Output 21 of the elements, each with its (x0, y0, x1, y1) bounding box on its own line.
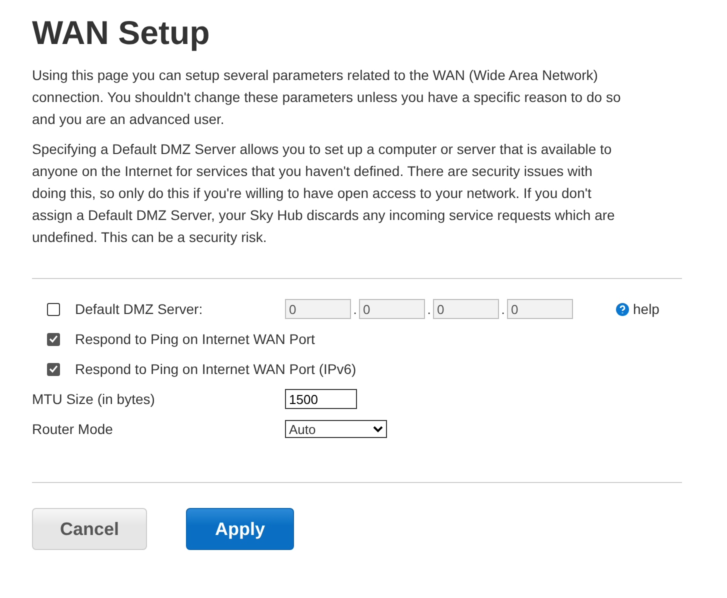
apply-button[interactable]: Apply (186, 508, 294, 550)
setting-label: Router Mode (32, 421, 114, 437)
setting-label: Respond to Ping on Internet WAN Port (IPv6) (75, 361, 356, 377)
description-paragraph: Specifying a Default DMZ Server allows you to set up a computer or server that is available to anyone on the Internet for services that you haven't defined. There are security issues with doing this, so only do this if you're willing to have open access to your network. If you don't assign a Default DMZ Server, your Sky Hub discards any incoming service requests which are undefined. This can be a security risk. (32, 140, 616, 247)
page-title: WAN Setup (32, 14, 211, 52)
ip-separator: . (426, 302, 432, 316)
router-mode-select[interactable]: Auto (285, 420, 387, 438)
checkbox[interactable] (47, 332, 60, 346)
setting-label: Respond to Ping on Internet WAN Port (75, 331, 315, 347)
checkbox[interactable] (47, 362, 60, 376)
ip-separator: . (352, 302, 358, 316)
mtu-size-field[interactable]: 1500 (285, 389, 357, 409)
ip-separator: . (500, 302, 506, 316)
setting-label: Default DMZ Server: (75, 301, 204, 317)
checkbox[interactable] (47, 302, 60, 316)
chevron-down-icon (373, 426, 383, 432)
setting-label: MTU Size (in bytes) (32, 391, 156, 407)
help-link[interactable]: help (616, 301, 660, 317)
cancel-button[interactable]: Cancel (32, 508, 147, 550)
help-icon (616, 302, 629, 316)
description-paragraph: Using this page you can setup several parameters related to the WAN (Wide Area Network) connection. You shouldn't change these parameters unless you have a specific reason to do so and you are an advanced user. (32, 66, 622, 129)
